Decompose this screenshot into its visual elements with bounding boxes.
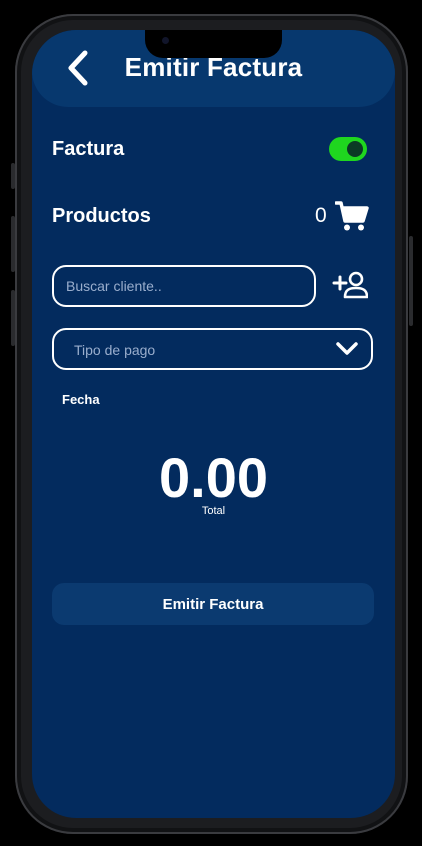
toggle-knob bbox=[347, 141, 363, 157]
add-user-icon[interactable] bbox=[332, 270, 368, 300]
search-client-field[interactable] bbox=[52, 265, 316, 307]
total-amount: 0.00 bbox=[159, 446, 268, 509]
phone-power-button bbox=[409, 236, 413, 326]
factura-label: Factura bbox=[52, 138, 125, 160]
fecha-label: Fecha bbox=[62, 392, 100, 407]
phone-volume-up bbox=[11, 216, 15, 272]
phone-notch bbox=[145, 30, 282, 58]
camera-icon bbox=[162, 37, 169, 44]
cart-count: 0 bbox=[315, 204, 327, 227]
emitir-factura-button[interactable]: Emitir Factura bbox=[52, 583, 374, 625]
factura-toggle[interactable] bbox=[329, 137, 367, 161]
chevron-down-icon bbox=[336, 342, 358, 355]
payment-type-placeholder: Tipo de pago bbox=[74, 342, 156, 358]
phone-silent-switch bbox=[11, 163, 15, 189]
productos-label: Productos bbox=[52, 205, 151, 227]
total-label: Total bbox=[201, 505, 226, 517]
app-screen: Emitir Factura Factura Productos 0 Tipo … bbox=[32, 30, 395, 818]
shopping-cart-icon[interactable] bbox=[335, 199, 369, 233]
search-input[interactable] bbox=[54, 267, 314, 305]
phone-volume-down bbox=[11, 290, 15, 346]
payment-type-select[interactable]: Tipo de pago bbox=[52, 328, 373, 370]
